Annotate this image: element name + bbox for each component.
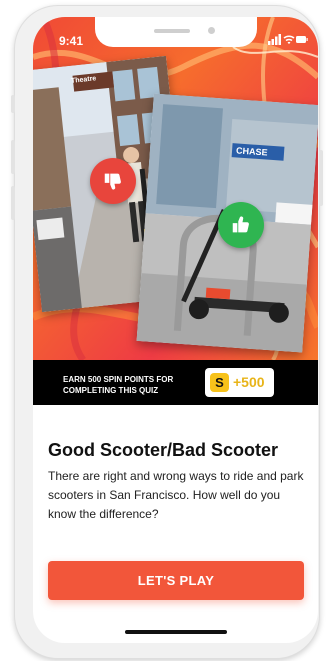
volume-down-button bbox=[11, 186, 15, 220]
status-bar: 9:41 bbox=[33, 17, 318, 48]
building-sign: CHASE bbox=[235, 145, 268, 158]
quiz-title: Good Scooter/Bad Scooter bbox=[48, 440, 279, 460]
home-indicator[interactable] bbox=[125, 630, 227, 634]
speaker-grille bbox=[154, 29, 190, 33]
wifi-icon bbox=[283, 35, 295, 44]
points-badge: S +500 bbox=[205, 368, 274, 397]
spin-logo-icon: S bbox=[210, 373, 229, 392]
system-icons bbox=[268, 34, 308, 45]
thumbs-up-icon[interactable] bbox=[218, 202, 264, 248]
mute-switch bbox=[11, 95, 15, 113]
points-banner: EARN 500 SPIN POINTS FOR COMPLETING THIS… bbox=[33, 360, 318, 405]
points-value: +500 bbox=[233, 374, 265, 390]
notch bbox=[95, 17, 257, 47]
app-screen: Theatre CHASE 9:41 EARN 500 SPIN POINTS … bbox=[33, 17, 318, 643]
lets-play-button[interactable]: LET'S PLAY bbox=[48, 561, 304, 600]
battery-icon bbox=[296, 36, 308, 43]
front-camera bbox=[208, 27, 215, 34]
hero-image: Theatre CHASE 9:41 bbox=[33, 17, 318, 360]
power-button bbox=[319, 150, 323, 206]
thumbs-down-icon[interactable] bbox=[90, 158, 136, 204]
signal-icon bbox=[268, 34, 281, 45]
status-time: 9:41 bbox=[59, 34, 84, 48]
volume-up-button bbox=[11, 140, 15, 174]
quiz-description: There are right and wrong ways to ride a… bbox=[48, 469, 304, 521]
banner-text: EARN 500 SPIN POINTS FOR COMPLETING THIS… bbox=[63, 375, 174, 395]
